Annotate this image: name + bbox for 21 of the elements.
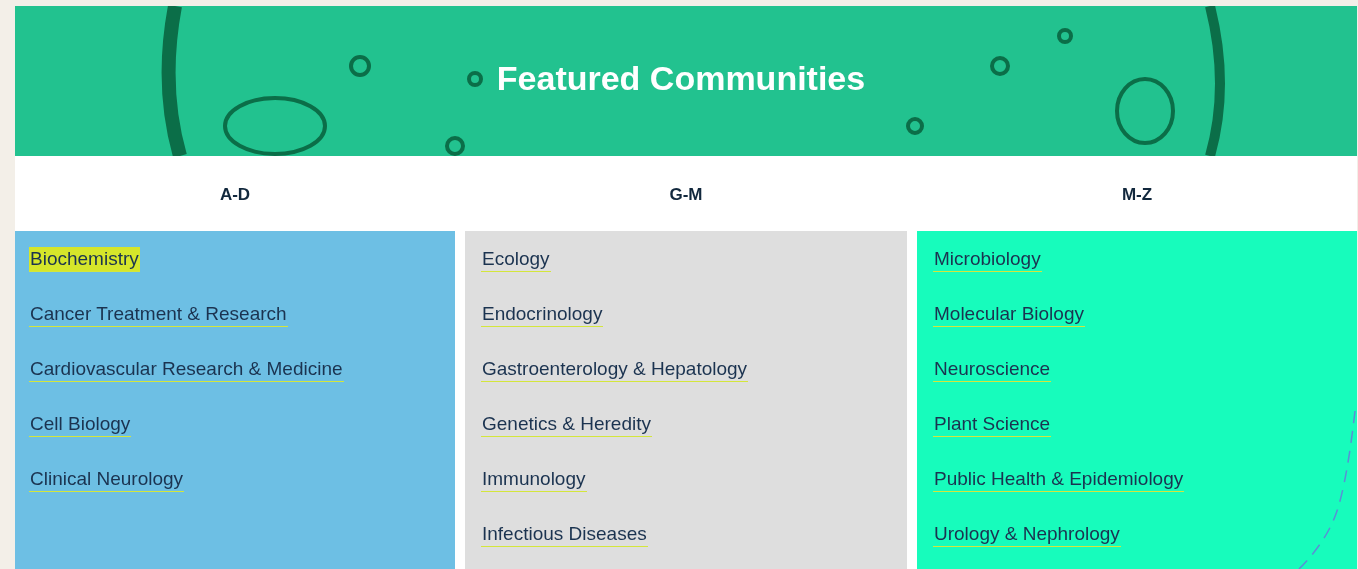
community-link[interactable]: Ecology [481, 247, 551, 272]
community-link[interactable]: Infectious Diseases [481, 522, 648, 547]
community-link[interactable]: Cell Biology [29, 412, 132, 437]
community-link[interactable]: Endocrinology [481, 302, 604, 327]
community-link[interactable]: Urology & Nephrology [933, 522, 1121, 547]
community-link[interactable]: Clinical Neurology [29, 467, 185, 492]
community-link[interactable]: Gastroenterology & Hepatology [481, 357, 749, 382]
community-link[interactable]: Cancer Treatment & Research [29, 302, 288, 327]
column-heading: A-D [218, 183, 252, 206]
column-heading: M-Z [1120, 183, 1154, 206]
community-link[interactable]: Public Health & Epidemiology [933, 467, 1185, 492]
community-link[interactable]: Cardiovascular Research & Medicine [29, 357, 344, 382]
banner-title: Featured Communities [496, 58, 866, 98]
column-heading: G-M [668, 183, 704, 206]
community-link[interactable]: Neuroscience [933, 357, 1052, 382]
community-link[interactable]: Biochemistry [29, 247, 140, 272]
community-link[interactable]: Microbiology [933, 247, 1042, 272]
community-link[interactable]: Plant Science [933, 412, 1052, 437]
community-link[interactable]: Molecular Biology [933, 302, 1085, 327]
community-link[interactable]: Immunology [481, 467, 587, 492]
community-link[interactable]: Genetics & Heredity [481, 412, 652, 437]
